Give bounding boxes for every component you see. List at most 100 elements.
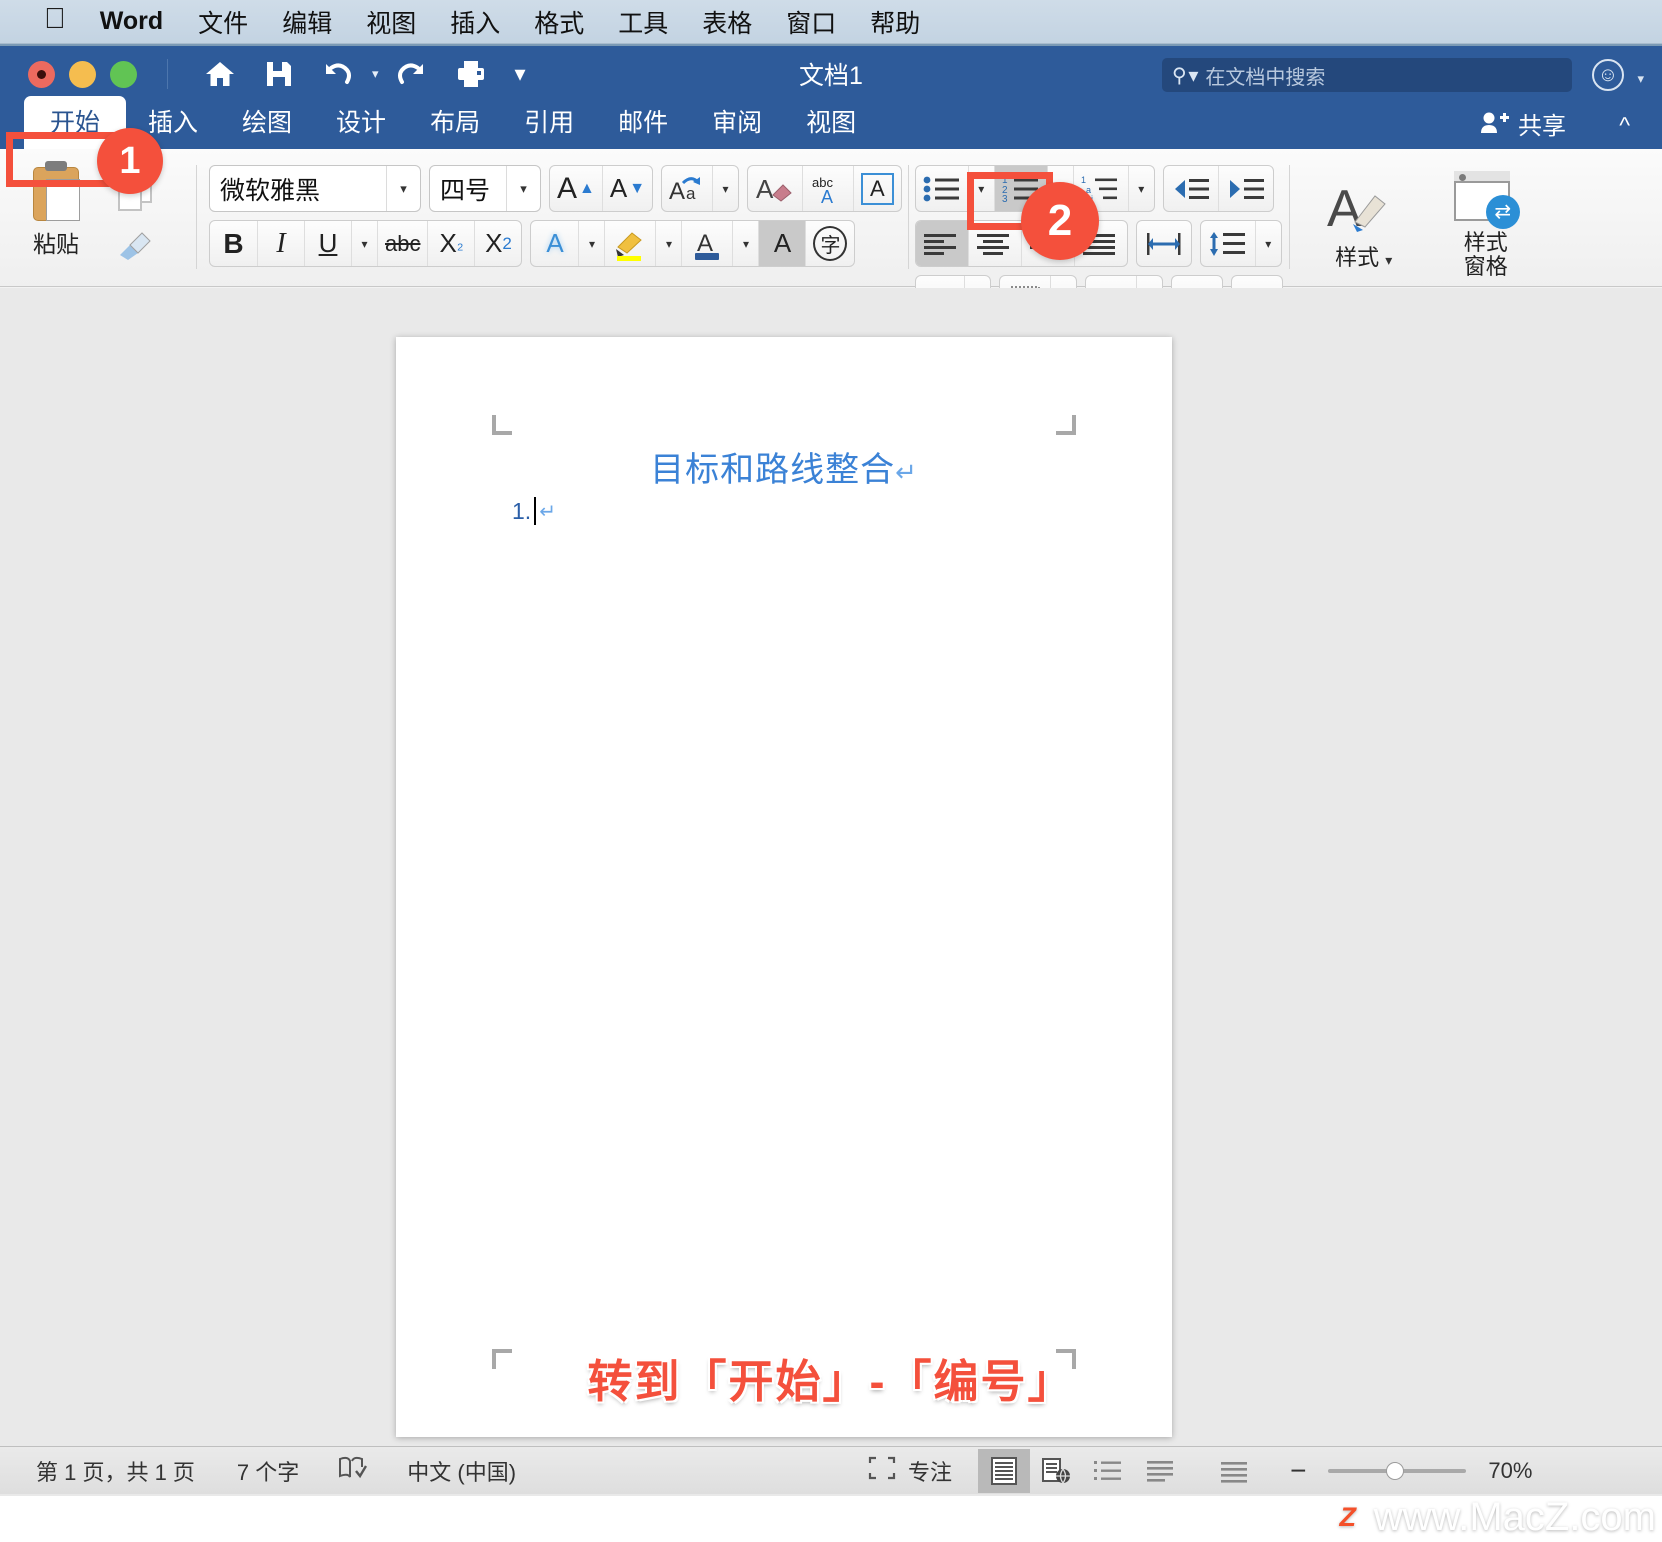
focus-mode-label[interactable]: 专注 <box>908 1455 952 1487</box>
document-canvas[interactable]: 目标和路线整合↵ 1. ↵ <box>0 288 1662 1496</box>
svg-text:A: A <box>821 187 833 205</box>
abc-check-icon[interactable]: abc A <box>802 166 853 211</box>
decrease-indent-icon[interactable] <box>1164 166 1218 211</box>
print-layout-icon[interactable] <box>978 1448 1031 1493</box>
character-border-button[interactable]: 字 <box>805 221 854 266</box>
web-layout-icon[interactable] <box>1030 1449 1082 1493</box>
tab-references[interactable]: 引用 <box>502 97 596 149</box>
styles-button[interactable]: A 样式 ▾ <box>1318 180 1410 270</box>
collapse-ribbon-icon[interactable]: ^ <box>1619 112 1630 139</box>
menu-item-table[interactable]: 表格 <box>685 4 769 40</box>
menu-item-edit[interactable]: 编辑 <box>265 4 349 40</box>
italic-button[interactable]: I <box>257 221 304 266</box>
font-style-group: B I U ▾ abc X₂ X2 <box>209 220 523 267</box>
grow-font-button[interactable]: A ▲ <box>550 166 602 211</box>
tab-mailings[interactable]: 邮件 <box>596 97 690 149</box>
menu-item-insert[interactable]: 插入 <box>433 4 517 40</box>
chevron-down-icon[interactable]: ▾ <box>386 166 420 211</box>
save-icon[interactable] <box>250 59 308 89</box>
undo-icon[interactable] <box>308 60 370 88</box>
page-info[interactable]: 第 1 页，共 1 页 <box>36 1455 195 1487</box>
proofing-check-icon[interactable] <box>337 1455 368 1486</box>
text-effects-icon[interactable]: A <box>531 221 578 266</box>
pilcrow-mark: ↵ <box>539 500 556 523</box>
home-icon[interactable] <box>190 59 250 89</box>
font-size-value: 四号 <box>440 176 491 205</box>
change-case-button[interactable]: Aa <box>662 166 712 211</box>
chevron-down-icon[interactable]: ▾ <box>712 166 738 211</box>
menu-item-tools[interactable]: 工具 <box>601 4 685 40</box>
tab-view[interactable]: 视图 <box>784 97 878 149</box>
styles-pane-label: 样式 窗格 <box>1463 229 1508 279</box>
increase-indent-icon[interactable] <box>1217 166 1273 211</box>
subscript-button[interactable]: X₂ <box>427 221 474 266</box>
apple-icon[interactable]:  <box>0 5 82 34</box>
maczhe-logo-icon: Z <box>1327 1497 1368 1538</box>
chevron-down-icon[interactable]: ▾ <box>1385 252 1392 268</box>
document-page[interactable]: 目标和路线整合↵ 1. ↵ <box>396 337 1172 1437</box>
language-indicator[interactable]: 中文 (中国) <box>407 1455 516 1487</box>
line-spacing-icon[interactable] <box>1201 221 1255 266</box>
bold-button[interactable]: B <box>210 221 257 266</box>
underline-dropdown-icon[interactable]: ▾ <box>351 221 377 266</box>
tab-review[interactable]: 审阅 <box>690 97 784 149</box>
tab-layout[interactable]: 布局 <box>408 97 502 149</box>
zoom-level[interactable]: 70% <box>1488 1458 1532 1484</box>
superscript-button[interactable]: X2 <box>474 221 521 266</box>
menu-item-view[interactable]: 视图 <box>349 4 433 40</box>
chevron-down-icon[interactable]: ▾ <box>506 166 540 211</box>
distributed-align-icon[interactable] <box>1137 221 1191 266</box>
tab-design[interactable]: 设计 <box>314 97 408 149</box>
menu-item-window[interactable]: 窗口 <box>769 4 853 40</box>
print-icon[interactable] <box>441 59 501 89</box>
menu-item-format[interactable]: 格式 <box>517 4 601 40</box>
chevron-down-icon[interactable]: ▾ <box>655 221 681 266</box>
styles-label: 样式 ▾ <box>1335 244 1393 270</box>
line-spacing-group: ▾ <box>1199 220 1282 267</box>
strikethrough-button[interactable]: abc <box>377 221 427 266</box>
font-color-icon[interactable]: A <box>681 221 732 266</box>
instruction-caption: 转到「开始」-「编号」 <box>587 1356 1075 1407</box>
focus-mode-icon[interactable] <box>868 1456 896 1485</box>
more-options-icon[interactable]: ▾ <box>501 63 540 85</box>
outline-view-icon[interactable] <box>1082 1449 1134 1493</box>
search-input[interactable]: ⚲ ▾ 在文档中搜索 <box>1162 58 1572 92</box>
styles-pane-button[interactable]: ⇄ 样式 窗格 <box>1440 170 1532 279</box>
highlight-color-icon[interactable] <box>604 221 655 266</box>
tab-draw[interactable]: 绘图 <box>220 97 314 149</box>
app-name-menu[interactable]: Word <box>82 7 181 36</box>
chevron-down-icon[interactable]: ▾ <box>578 221 604 266</box>
zoom-slider-handle[interactable] <box>1386 1461 1405 1480</box>
word-count[interactable]: 7 个字 <box>237 1455 299 1487</box>
menu-item-help[interactable]: 帮助 <box>853 4 937 40</box>
bullet-list-icon[interactable] <box>916 166 968 211</box>
maximize-button[interactable] <box>110 60 137 88</box>
character-shading-button[interactable]: A <box>758 221 806 266</box>
chevron-down-icon[interactable]: ▾ <box>732 221 758 266</box>
align-left-icon[interactable] <box>915 221 968 266</box>
smiley-dropdown-icon[interactable]: ▾ <box>1637 71 1644 87</box>
styles-pane-icon: ⇄ <box>1453 170 1520 229</box>
svg-text:A: A <box>1327 180 1362 234</box>
multilevel-list-dropdown-icon[interactable]: ▾ <box>1127 166 1154 211</box>
format-painter-icon[interactable] <box>116 229 184 271</box>
zoom-out-button[interactable]: − <box>1290 1455 1306 1487</box>
line-spacing-dropdown-icon[interactable]: ▾ <box>1254 221 1281 266</box>
paste-label: 粘贴 <box>33 231 79 257</box>
list-item-number: 1. <box>512 497 532 524</box>
clear-formatting-icon[interactable]: A <box>748 166 802 211</box>
font-name-combo[interactable]: 微软雅黑 ▾ <box>209 165 421 212</box>
smiley-face-icon[interactable]: ☺ <box>1592 59 1624 91</box>
zoom-slider[interactable] <box>1328 1461 1467 1480</box>
shrink-font-button[interactable]: A ▼ <box>601 166 652 211</box>
draft-view-icon-2[interactable] <box>1208 1449 1260 1493</box>
phonetic-guide-icon[interactable]: A <box>853 166 901 211</box>
share-button[interactable]: 共享 <box>1480 106 1566 141</box>
minimize-button[interactable] <box>69 60 96 88</box>
underline-button[interactable]: U <box>304 221 351 266</box>
redo-icon[interactable] <box>379 60 441 88</box>
font-size-combo[interactable]: 四号 ▾ <box>429 165 541 212</box>
menu-item-file[interactable]: 文件 <box>181 4 265 40</box>
close-button[interactable] <box>28 60 55 88</box>
draft-view-icon[interactable] <box>1134 1449 1186 1493</box>
